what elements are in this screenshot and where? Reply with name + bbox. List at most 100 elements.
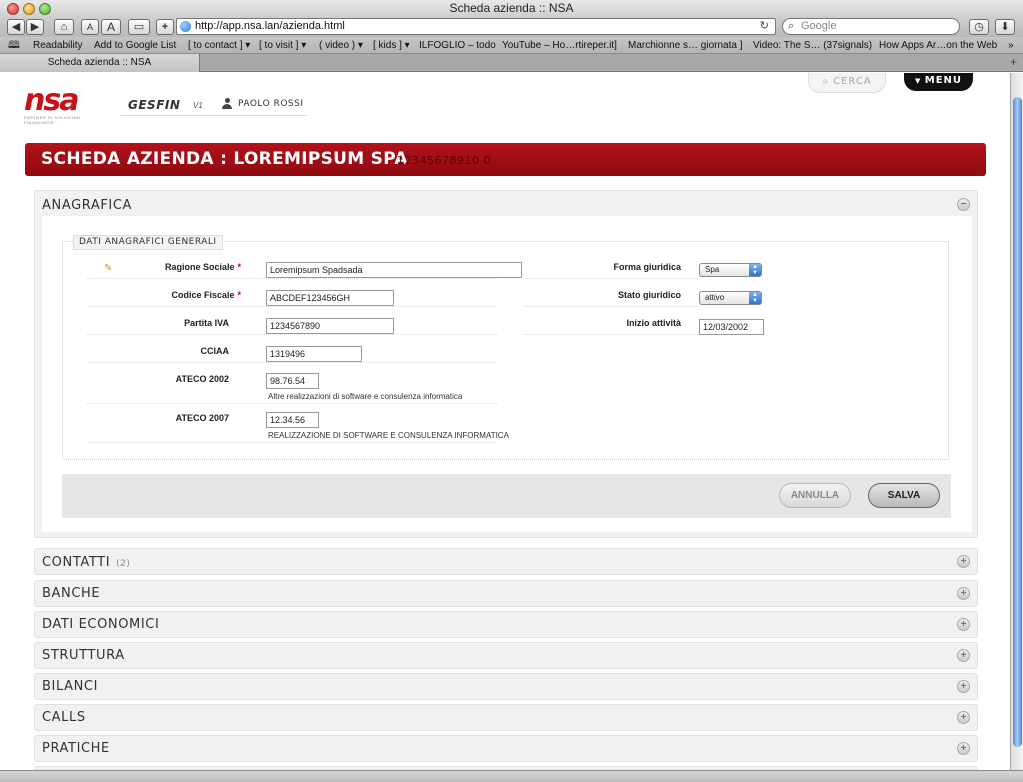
text-bigger-button[interactable]: A	[101, 19, 121, 35]
activity-button[interactable]: ◷	[969, 19, 989, 35]
cancel-button[interactable]: ANNULLA	[779, 483, 851, 508]
expand-icon[interactable]: +	[957, 587, 970, 600]
bookmark-item[interactable]: Readability	[33, 37, 82, 53]
search-field[interactable]: ⌕ Google	[782, 18, 960, 35]
status-bar	[0, 770, 1023, 782]
ragione-sociale-input[interactable]: Loremipsum Spadsada	[266, 262, 522, 278]
close-window-button[interactable]	[7, 3, 19, 15]
stato-giuridico-select[interactable]: attivo ▲ ▼	[699, 291, 762, 305]
downloads-button[interactable]: ⬇	[995, 19, 1015, 35]
minimize-window-button[interactable]	[23, 3, 35, 15]
row-divider	[87, 306, 497, 307]
fieldset-legend: DATI ANAGRAFICI GENERALI	[73, 235, 223, 250]
back-button[interactable]: ◀	[7, 19, 25, 35]
section-struttura[interactable]: STRUTTURA +	[34, 642, 978, 669]
home-icon: ⌂	[60, 21, 68, 33]
row-divider	[87, 403, 497, 404]
user-icon	[222, 98, 232, 109]
expand-icon[interactable]: +	[957, 618, 970, 631]
user-name[interactable]: PAOLO ROSSI	[238, 99, 304, 109]
anagrafica-body: DATI ANAGRAFICI GENERALI ✎ Ragione Socia…	[42, 216, 972, 532]
search-icon: ⌕	[822, 76, 834, 87]
ateco-2007-description: REALIZZAZIONE DI SOFTWARE E CONSULENZA I…	[268, 431, 509, 440]
logo-text: nsa	[24, 83, 79, 118]
bookmark-item[interactable]: [ kids ] ▾	[373, 37, 410, 53]
save-button[interactable]: SALVA	[868, 483, 940, 508]
section-dati-economici[interactable]: DATI ECONOMICI +	[34, 611, 978, 638]
bookmark-item[interactable]: How Apps Ar…on the Web	[879, 37, 997, 53]
reload-icon[interactable]: ↻	[760, 19, 769, 34]
bookmarks-bar: 🕮 Readability Add to Google List [ to co…	[0, 37, 1023, 54]
zoom-window-button[interactable]	[39, 3, 51, 15]
bookmark-item[interactable]: YouTube – Ho…rtireper.it]	[502, 37, 617, 53]
section-contatti[interactable]: CONTATTI (2) +	[34, 548, 978, 575]
partita-iva-label: Partita IVA	[184, 318, 229, 328]
expand-icon[interactable]: +	[957, 649, 970, 662]
nsa-logo[interactable]: nsa PARTNER DI SOLUZIONI FINANZIARIE	[24, 83, 104, 126]
bookmark-item[interactable]: ( video ) ▾	[319, 37, 363, 53]
collapse-icon[interactable]: −	[957, 198, 970, 211]
search-tab-button[interactable]: ⌕ CERCA	[808, 73, 886, 93]
bookmark-item[interactable]: Video: The S… (37signals)	[753, 37, 872, 53]
ateco-2007-input[interactable]: 12.34.56	[266, 412, 319, 428]
codice-fiscale-input[interactable]: ABCDEF123456GH	[266, 290, 394, 306]
section-label: PRATICHE	[42, 741, 110, 756]
ateco-2007-label: ATECO 2007	[175, 413, 229, 423]
bookmark-item[interactable]: Add to Google List	[94, 37, 176, 53]
page-title-bar: SCHEDA AZIENDA : LOREMIPSUM SPA 12345678…	[25, 143, 986, 176]
section-banche[interactable]: BANCHE +	[34, 580, 978, 607]
view-source-button[interactable]: ▭	[128, 19, 150, 35]
codice-fiscale-label: Codice Fiscale *	[171, 290, 241, 300]
section-pratiche[interactable]: PRATICHE +	[34, 735, 978, 762]
add-bookmark-button[interactable]: +	[156, 19, 174, 35]
forward-button[interactable]: ▶	[26, 19, 44, 35]
ateco-2002-label: ATECO 2002	[175, 374, 229, 384]
inizio-attivita-input[interactable]: 12/03/2002	[699, 319, 764, 335]
menu-button[interactable]: ▼ MENU	[904, 73, 973, 91]
partita-iva-input[interactable]: 1234567890	[266, 318, 394, 334]
section-label[interactable]: ANAGRAFICA	[42, 198, 132, 213]
page-title: SCHEDA AZIENDA : LOREMIPSUM SPA	[41, 149, 408, 169]
cciaa-label: CCIAA	[200, 346, 230, 356]
expand-icon[interactable]: +	[957, 711, 970, 724]
expand-icon[interactable]: +	[957, 555, 970, 568]
url-text: http://app.nsa.lan/azienda.html	[195, 20, 345, 32]
tab-scheda-azienda[interactable]: Scheda azienda :: NSA	[0, 54, 200, 72]
row-divider	[87, 334, 497, 335]
vertical-scrollbar[interactable]	[1010, 73, 1023, 770]
new-tab-button[interactable]: +	[1010, 54, 1017, 71]
window-icon: ▭	[133, 21, 145, 33]
forma-giuridica-label: Forma giuridica	[613, 262, 681, 272]
back-arrow-icon: ◀	[11, 21, 21, 33]
cciaa-input[interactable]: 1319496	[266, 346, 362, 362]
section-bilanci[interactable]: BILANCI +	[34, 673, 978, 700]
contacts-count: (2)	[116, 559, 131, 569]
bookmark-item[interactable]: [ to contact ] ▾	[188, 37, 250, 53]
section-calls[interactable]: CALLS +	[34, 704, 978, 731]
bookmark-item[interactable]: [ to visit ] ▾	[259, 37, 306, 53]
reading-list-icon[interactable]: 🕮	[8, 37, 20, 53]
section-label: BILANCI	[42, 679, 99, 694]
bookmark-item[interactable]: ILFOGLIO – todo	[419, 37, 496, 53]
row-divider	[523, 334, 698, 335]
text-smaller-button[interactable]: A	[81, 19, 99, 35]
address-bar[interactable]: http://app.nsa.lan/azienda.html ↻	[176, 18, 776, 35]
select-arrows-icon: ▲ ▼	[749, 264, 761, 276]
row-divider	[87, 362, 497, 363]
forward-arrow-icon: ▶	[30, 21, 40, 33]
search-label: CERCA	[833, 76, 872, 87]
scroll-thumb[interactable]	[1013, 97, 1022, 747]
expand-icon[interactable]: +	[957, 742, 970, 755]
section-anagrafica: ANAGRAFICA − DATI ANAGRAFICI GENERALI ✎ …	[34, 190, 978, 538]
ateco-2002-input[interactable]: 98.76.54	[266, 373, 319, 389]
inizio-attivita-label: Inizio attività	[626, 318, 681, 328]
bookmarks-overflow[interactable]: »	[1008, 37, 1014, 53]
bookmark-item[interactable]: Marchionne s… giornata ]	[628, 37, 743, 53]
general-data-fieldset: DATI ANAGRAFICI GENERALI ✎ Ragione Socia…	[62, 235, 949, 460]
form-actions: ANNULLA SALVA	[62, 474, 951, 518]
expand-icon[interactable]: +	[957, 680, 970, 693]
home-button[interactable]: ⌂	[54, 19, 74, 35]
download-icon: ⬇	[1000, 21, 1010, 33]
forma-giuridica-select[interactable]: Spa ▲ ▼	[699, 263, 762, 277]
app-version: V1	[193, 101, 203, 110]
